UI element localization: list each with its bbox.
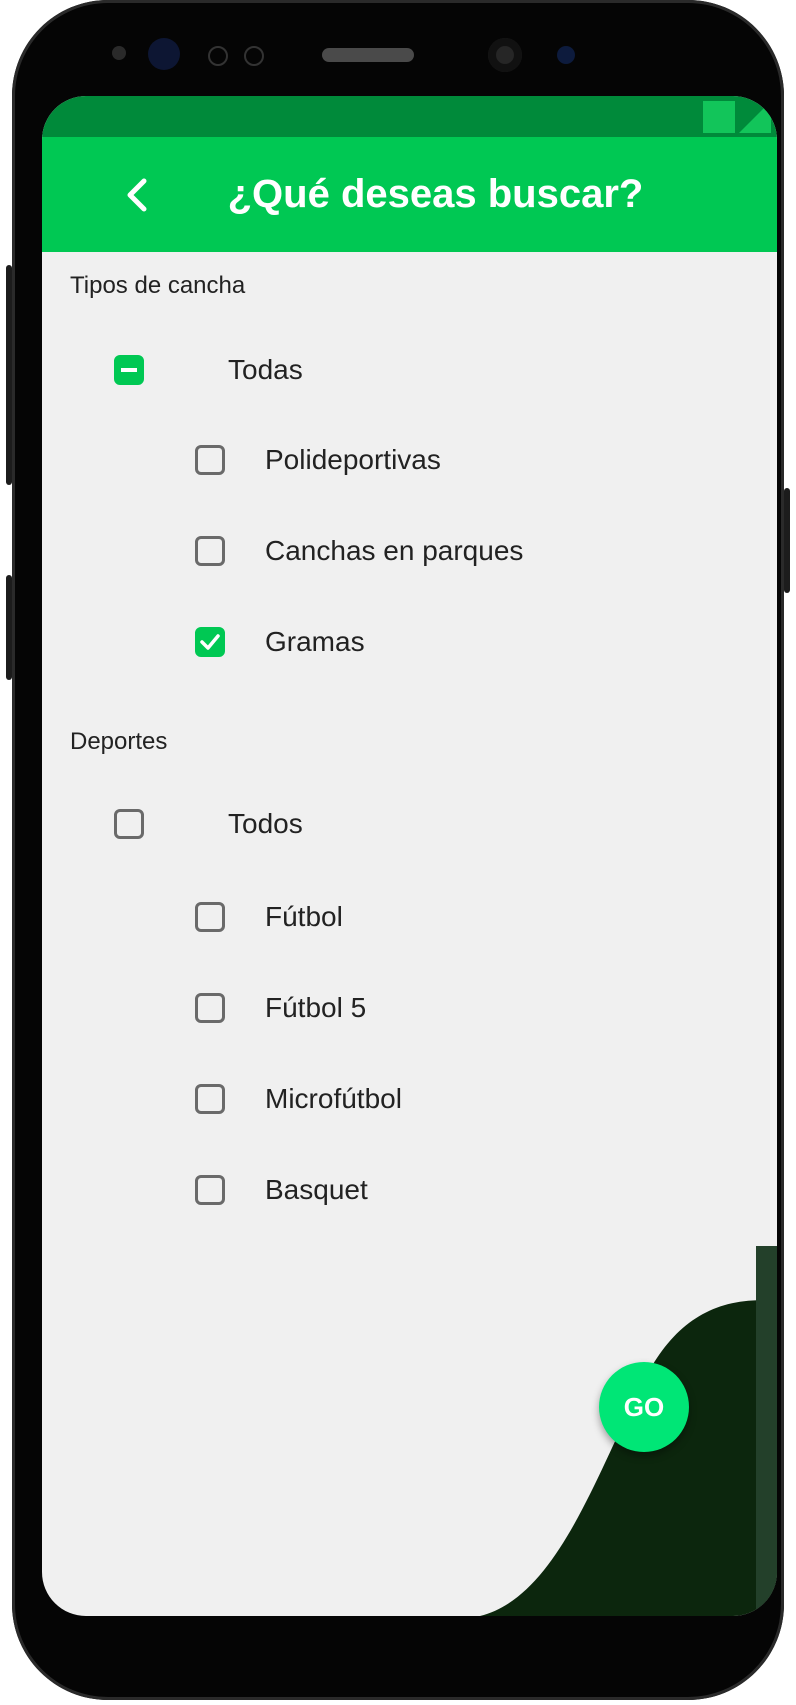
- front-camera-icon: [488, 38, 522, 72]
- app-screen: ¿Qué deseas buscar? Tipos de cancha Toda…: [42, 96, 777, 1616]
- sensor-icon: [208, 46, 228, 66]
- iris-scanner-icon: [148, 38, 180, 70]
- sensor-icon: [112, 46, 126, 60]
- phone-frame: ¿Qué deseas buscar? Tipos de cancha Toda…: [6, 0, 790, 1700]
- sensor-icon: [244, 46, 264, 66]
- speaker-grille: [322, 48, 414, 62]
- volume-up-button: [6, 265, 12, 485]
- volume-down-button: [6, 575, 12, 680]
- go-button[interactable]: GO: [599, 1362, 689, 1452]
- sensor-icon: [557, 46, 575, 64]
- power-button: [784, 488, 790, 593]
